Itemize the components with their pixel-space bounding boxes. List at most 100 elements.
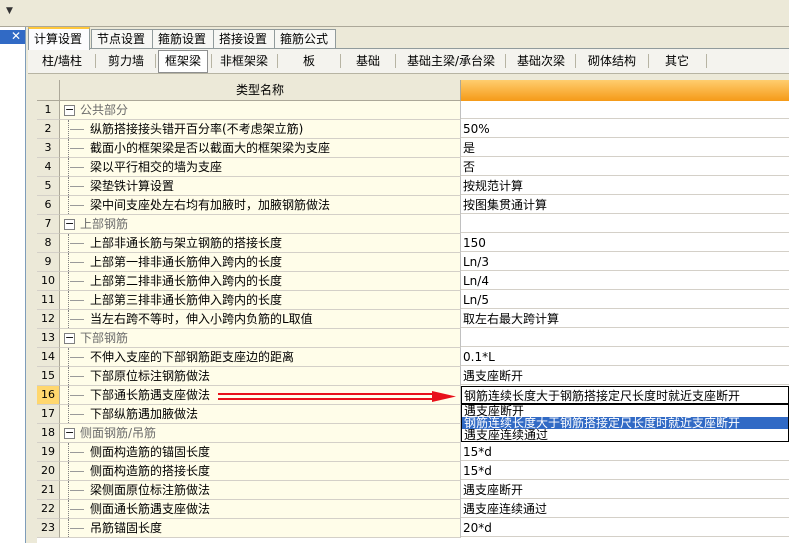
tab-frame-beam[interactable]: 框架梁 — [158, 50, 208, 73]
collapse-icon[interactable]: − — [64, 104, 75, 116]
row-name-cell[interactable]: 上部第一排非通长筋伸入跨内的长度 — [60, 253, 461, 272]
row-value-cell[interactable]: 15*d — [461, 443, 789, 461]
tab-lap-settings[interactable]: 搭接设置 — [213, 29, 275, 48]
row-name-cell[interactable]: 吊筋锚固长度 — [60, 519, 461, 538]
row-name-cell[interactable]: − 下部钢筋 — [60, 329, 461, 348]
collapse-icon[interactable]: − — [64, 218, 75, 230]
table-row[interactable]: 20 侧面构造筋的搭接长度 15*d — [37, 462, 789, 481]
table-row[interactable]: 22 侧面通长筋遇支座做法 遇支座连续通过 — [37, 500, 789, 519]
table-row[interactable]: 21 梁侧面原位标注筋做法 遇支座断开 — [37, 481, 789, 500]
row-value-cell[interactable]: Ln/3 — [461, 253, 789, 271]
row-number: 3 — [37, 139, 60, 158]
table-row[interactable]: 23 吊筋锚固长度 20*d — [37, 519, 789, 538]
table-row[interactable]: 2 纵筋搭接接头错开百分率(不考虑架立筋) 50% — [37, 120, 789, 139]
table-row[interactable]: 11 上部第三排非通长筋伸入跨内的长度 Ln/5 — [37, 291, 789, 310]
header-type-name[interactable]: 类型名称 — [60, 80, 461, 101]
tab-stirrup-settings[interactable]: 箍筋设置 — [152, 29, 214, 48]
tab-other[interactable]: 其它 — [652, 51, 702, 71]
tab-column-wall-column[interactable]: 柱/墙柱 — [32, 51, 92, 71]
table-row[interactable]: 8 上部非通长筋与架立钢筋的搭接长度 150 — [37, 234, 789, 253]
group-row[interactable]: 7− 上部钢筋 — [37, 215, 789, 234]
row-label: 上部第二排非通长筋伸入跨内的长度 — [90, 274, 283, 288]
row-value-cell[interactable]: 按规范计算 — [461, 177, 789, 195]
row-name-cell[interactable]: 上部第二排非通长筋伸入跨内的长度 — [60, 272, 461, 291]
collapse-icon[interactable]: − — [64, 427, 75, 439]
dropdown-option[interactable]: 遇支座断开 — [462, 405, 788, 417]
tab-foundation[interactable]: 基础 — [344, 51, 392, 71]
table-row[interactable]: 12 当左右跨不等时，伸入小跨内负筋的L取值 取左右最大跨计算 — [37, 310, 789, 329]
row-name-cell[interactable]: 梁垫铁计算设置 — [60, 177, 461, 196]
row-value-cell[interactable]: 遇支座连续通过 — [461, 500, 789, 518]
table-row[interactable]: 19 侧面构造筋的锚固长度 15*d — [37, 443, 789, 462]
row-number: 17 — [37, 405, 60, 424]
grid-header: 类型名称 — [37, 80, 789, 101]
dropdown-option[interactable]: 遇支座连续通过 — [462, 429, 788, 441]
row-value-cell — [461, 101, 789, 119]
row-value-cell[interactable]: 遇支座断开 — [461, 367, 789, 385]
group-row[interactable]: 13− 下部钢筋 — [37, 329, 789, 348]
secondary-tab-bar: 柱/墙柱 剪力墙 框架梁 非框架梁 板 基础 基础主梁/承台梁 基础次梁 砌体结… — [28, 48, 789, 74]
collapse-icon[interactable]: − — [64, 332, 75, 344]
row-value-cell[interactable]: 遇支座断开 — [461, 481, 789, 499]
tab-foundation-secondary-beam[interactable]: 基础次梁 — [510, 51, 572, 71]
row-name-cell[interactable]: 梁中间支座处左右均有加腋时，加腋钢筋做法 — [60, 196, 461, 215]
table-row[interactable]: 3 截面小的框架梁是否以截面大的框架梁为支座 是 — [37, 139, 789, 158]
row-value-cell[interactable]: 是 — [461, 139, 789, 157]
row-name-cell[interactable]: − 公共部分 — [60, 101, 461, 120]
row-number: 5 — [37, 177, 60, 196]
table-row[interactable]: 10 上部第二排非通长筋伸入跨内的长度 Ln/4 — [37, 272, 789, 291]
row-name-cell[interactable]: 上部第三排非通长筋伸入跨内的长度 — [60, 291, 461, 310]
row-number: 4 — [37, 158, 60, 177]
row-name-cell[interactable]: 侧面构造筋的搭接长度 — [60, 462, 461, 481]
row-name-cell[interactable]: 侧面通长筋遇支座做法 — [60, 500, 461, 519]
tab-shear-wall[interactable]: 剪力墙 — [100, 51, 152, 71]
tab-slab[interactable]: 板 — [281, 51, 337, 71]
row-name-cell[interactable]: 梁侧面原位标注筋做法 — [60, 481, 461, 500]
row-name-cell[interactable]: − 侧面钢筋/吊筋 — [60, 424, 461, 443]
row-number: 18 — [37, 424, 60, 443]
row-name-cell[interactable]: 下部原位标注钢筋做法 — [60, 367, 461, 386]
table-row[interactable]: 15 下部原位标注钢筋做法 遇支座断开 — [37, 367, 789, 386]
table-row[interactable]: 9 上部第一排非通长筋伸入跨内的长度 Ln/3 — [37, 253, 789, 272]
row-value-cell[interactable]: 50% — [461, 120, 789, 138]
row-name-cell[interactable]: 下部纵筋遇加腋做法 — [60, 405, 461, 424]
row-value-cell[interactable]: 按图集贯通计算 — [461, 196, 789, 214]
row-value-editor[interactable]: 钢筋连续长度大于钢筋搭接定尺长度时就近支座断开 — [461, 386, 789, 404]
row-value-cell[interactable]: Ln/4 — [461, 272, 789, 290]
table-row[interactable]: 5 梁垫铁计算设置 按规范计算 — [37, 177, 789, 196]
dropdown-arrow-icon[interactable]: ▼ — [6, 6, 13, 16]
table-row[interactable]: 4 梁以平行相交的墙为支座 否 — [37, 158, 789, 177]
row-value-cell[interactable]: 取左右最大跨计算 — [461, 310, 789, 328]
row-name-cell[interactable]: 纵筋搭接接头错开百分率(不考虑架立筋) — [60, 120, 461, 139]
row-value-cell[interactable]: Ln/5 — [461, 291, 789, 309]
row-value-cell[interactable]: 20*d — [461, 519, 789, 537]
close-icon[interactable]: ✕ — [9, 29, 23, 43]
tab-foundation-main-beam[interactable]: 基础主梁/承台梁 — [400, 51, 502, 71]
header-value[interactable] — [461, 80, 789, 101]
dropdown-option-highlighted[interactable]: 钢筋连续长度大于钢筋搭接定尺长度时就近支座断开 — [462, 417, 788, 429]
group-row[interactable]: 1− 公共部分 — [37, 101, 789, 120]
row-value-cell[interactable]: 0.1*L — [461, 348, 789, 366]
row-name-cell[interactable]: 侧面构造筋的锚固长度 — [60, 443, 461, 462]
value-dropdown-list[interactable]: 遇支座断开 钢筋连续长度大于钢筋搭接定尺长度时就近支座断开 遇支座连续通过 — [461, 404, 789, 442]
settings-grid: 类型名称 1− 公共部分 2 纵筋搭接接头错开百分率(不考虑架立筋) 50% 3 截面小的框… — [37, 80, 789, 543]
row-number: 9 — [37, 253, 60, 272]
tab-node-settings[interactable]: 节点设置 — [91, 29, 153, 48]
tab-stirrup-formula[interactable]: 箍筋公式 — [274, 29, 336, 48]
tab-calc-settings[interactable]: 计算设置 — [28, 27, 90, 50]
table-row[interactable]: 6 梁中间支座处左右均有加腋时，加腋钢筋做法 按图集贯通计算 — [37, 196, 789, 215]
row-name-cell[interactable]: 上部非通长筋与架立钢筋的搭接长度 — [60, 234, 461, 253]
row-name-cell[interactable]: 当左右跨不等时，伸入小跨内负筋的L取值 — [60, 310, 461, 329]
row-name-cell[interactable]: − 上部钢筋 — [60, 215, 461, 234]
row-name-cell[interactable]: 截面小的框架梁是否以截面大的框架梁为支座 — [60, 139, 461, 158]
row-value-cell[interactable]: 15*d — [461, 462, 789, 480]
row-name-cell[interactable]: 梁以平行相交的墙为支座 — [60, 158, 461, 177]
row-value-cell[interactable]: 150 — [461, 234, 789, 252]
row-value-cell[interactable]: 否 — [461, 158, 789, 176]
row-name-cell[interactable]: 不伸入支座的下部钢筋距支座边的距离 — [60, 348, 461, 367]
tree-branch — [70, 452, 84, 453]
table-row[interactable]: 14 不伸入支座的下部钢筋距支座边的距离 0.1*L — [37, 348, 789, 367]
tab-masonry[interactable]: 砌体结构 — [579, 51, 645, 71]
tree-branch — [70, 395, 84, 396]
tab-non-frame-beam[interactable]: 非框架梁 — [215, 51, 273, 71]
